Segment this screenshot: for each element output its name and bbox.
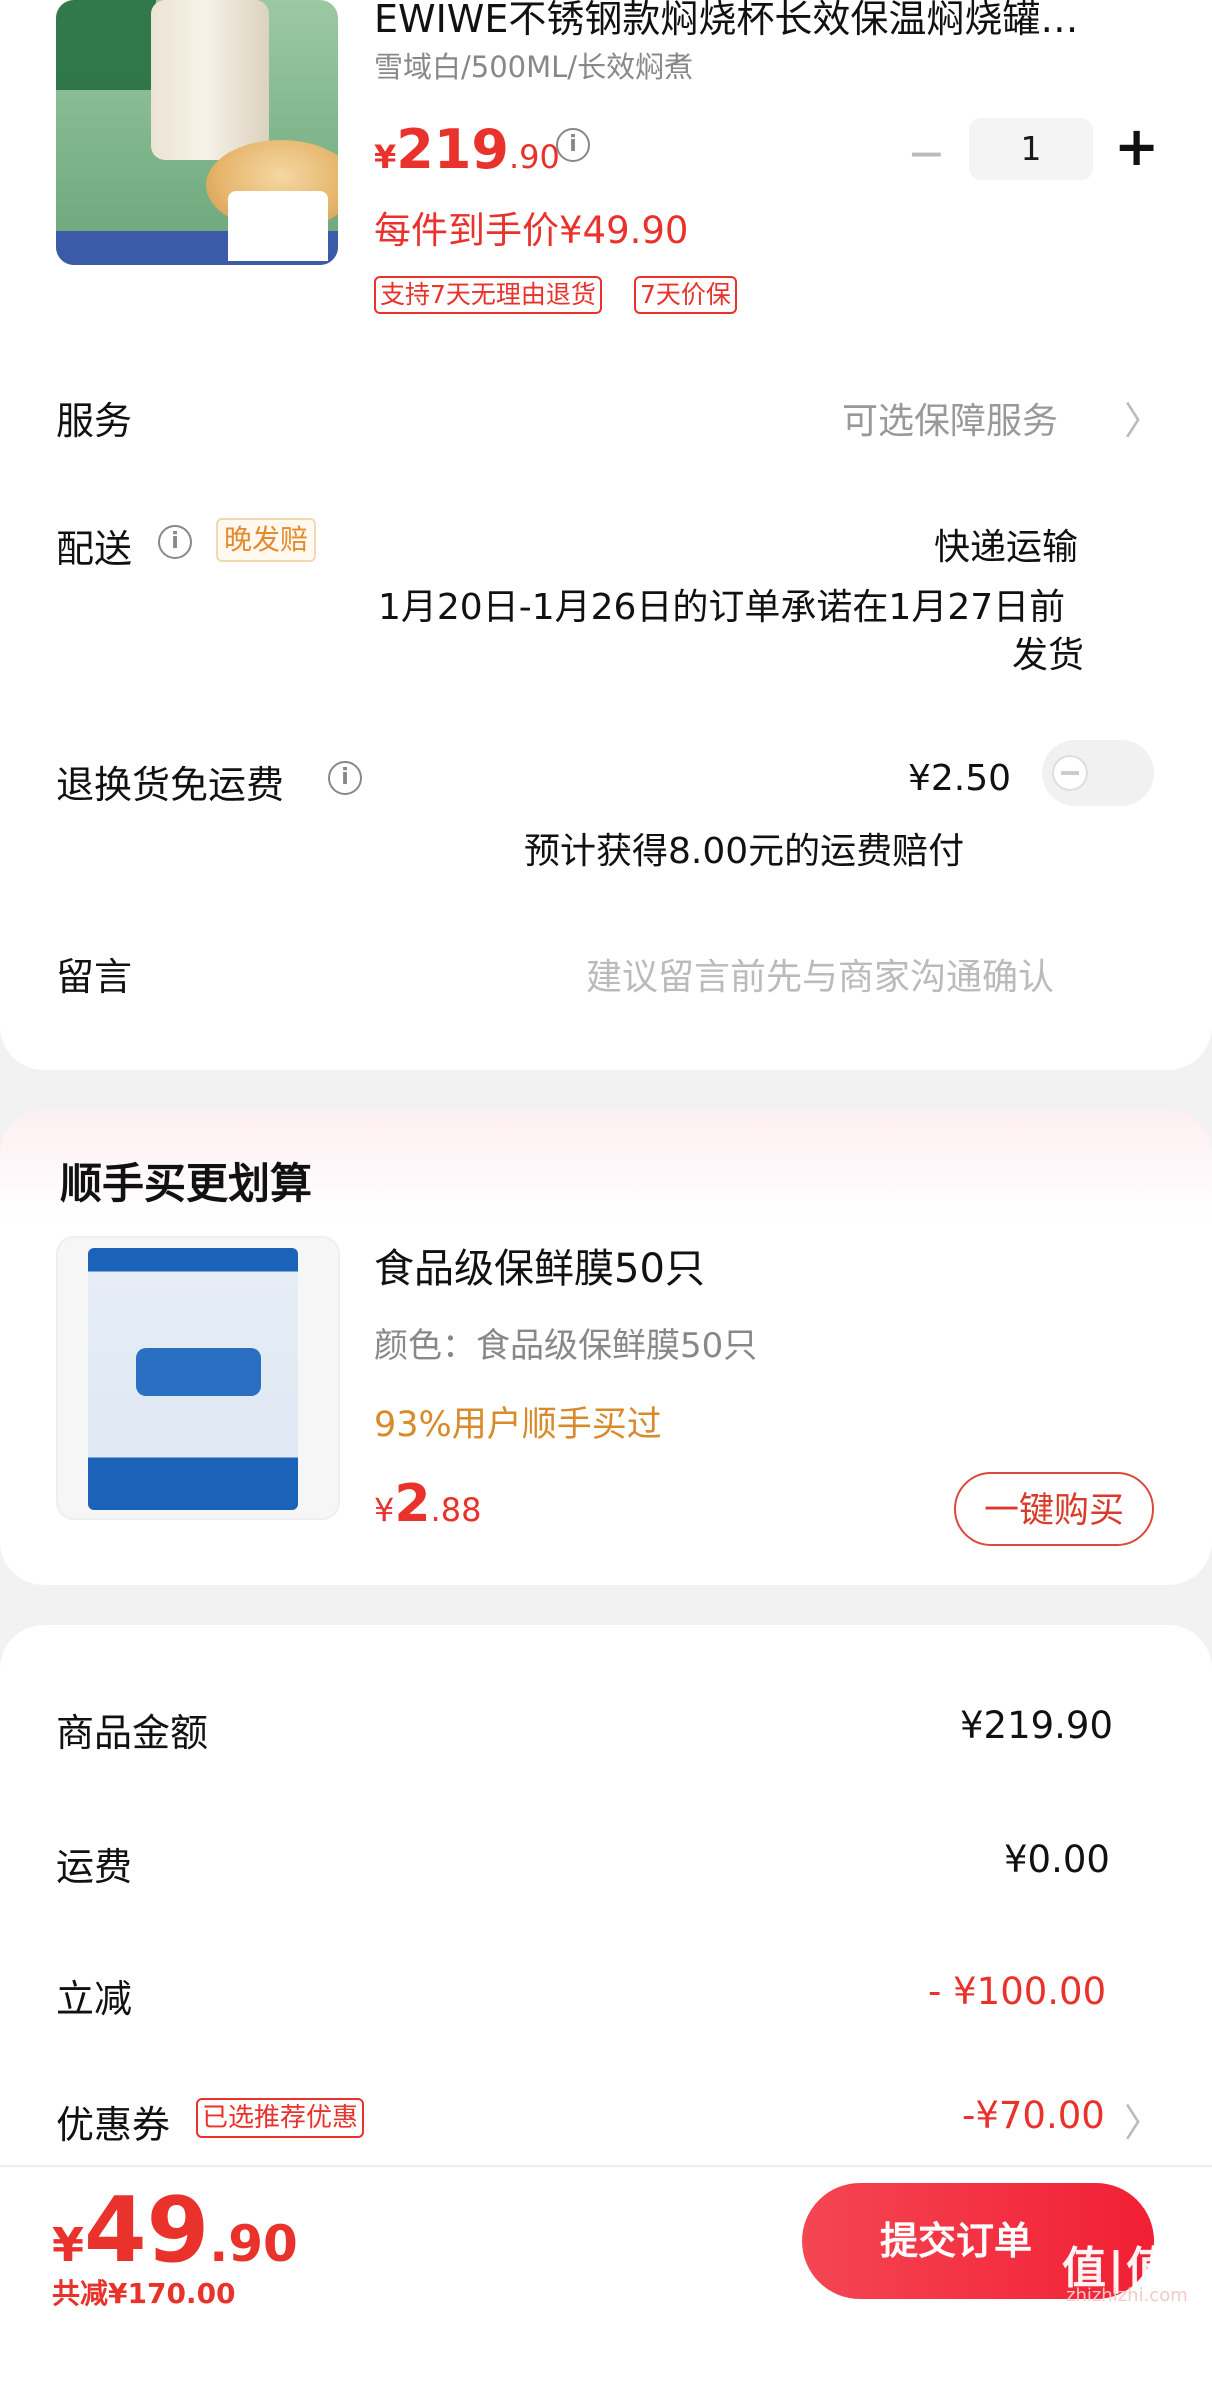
product-title[interactable]: EWIWE不锈钢款焖烧杯长效保温焖烧罐…: [374, 0, 1164, 43]
coupon-value[interactable]: -¥70.00: [962, 2094, 1105, 2137]
hand-price: 每件到手价¥49.90: [374, 209, 689, 252]
discount-value: - ¥100.00: [928, 1970, 1107, 2013]
price-decimal: .90: [509, 138, 560, 176]
total-decimal: .90: [209, 2215, 298, 2273]
delivery-label: 配送: [56, 527, 133, 571]
delivery-promise-cont: 发货: [1012, 635, 1085, 676]
total-price: ¥49.90: [52, 2178, 298, 2283]
quantity-decrease-button[interactable]: −: [907, 126, 946, 180]
coupon-label: 优惠券: [56, 2103, 171, 2147]
late-delivery-tag: 晚发赔: [216, 518, 317, 562]
price-protect-tag: 7天价保: [634, 276, 737, 314]
total-integer: 49: [84, 2178, 210, 2283]
service-label: 服务: [56, 399, 133, 443]
product-price: ¥219.90: [374, 118, 560, 181]
quantity-field[interactable]: 1: [969, 118, 1093, 180]
product-thumbnail[interactable]: [56, 0, 338, 265]
message-input[interactable]: 建议留言前先与商家沟通确认: [586, 948, 1054, 1000]
addon-spec: 颜色：食品级保鲜膜50只: [374, 1326, 758, 1366]
product-spec[interactable]: 雪域白/500ML/长效焖煮: [374, 44, 693, 86]
addon-thumbnail[interactable]: [56, 1236, 340, 1520]
return-shipping-price: ¥2.50: [908, 758, 1012, 799]
total-reduced: 共减¥170.00: [52, 2277, 236, 2310]
shipping-value: ¥0.00: [1004, 1838, 1110, 1881]
thumbnail-price-tag: [228, 191, 328, 261]
thumbnail-badge: [56, 0, 156, 90]
service-chevron-icon[interactable]: 〉: [1124, 390, 1162, 445]
delivery-method: 快递运输: [934, 527, 1079, 568]
coupon-recommended-tag: 已选推荐优惠: [196, 2098, 365, 2138]
return-info-icon[interactable]: i: [328, 761, 362, 795]
addon-price-symbol: ¥: [374, 1491, 395, 1529]
service-value[interactable]: 可选保障服务: [842, 392, 1058, 444]
addon-popularity: 93%用户顺手买过: [374, 1405, 662, 1445]
return-policy-tag: 支持7天无理由退货: [374, 276, 602, 314]
thumbnail-label: [136, 1348, 261, 1396]
discount-label: 立减: [56, 1977, 133, 2021]
price-integer: 219: [396, 118, 509, 181]
addon-name[interactable]: 食品级保鲜膜50只: [374, 1236, 705, 1294]
return-shipping-toggle[interactable]: [1042, 740, 1154, 806]
price-symbol: ¥: [374, 138, 397, 176]
goods-amount-value: ¥219.90: [960, 1704, 1114, 1747]
total-symbol: ¥: [52, 2218, 85, 2272]
delivery-promise: 1月20日-1月26日的订单承诺在1月27日前: [378, 587, 1066, 628]
shipping-label: 运费: [56, 1845, 133, 1889]
delivery-info-icon[interactable]: i: [158, 525, 192, 559]
one-click-buy-button[interactable]: 一键购买: [954, 1472, 1154, 1546]
return-shipping-label: 退换货免运费: [56, 763, 285, 807]
watermark-url: zhizhizhi.com: [1066, 2285, 1188, 2306]
message-label: 留言: [56, 955, 133, 999]
quantity-increase-button[interactable]: +: [1114, 118, 1159, 176]
goods-amount-label: 商品金额: [56, 1711, 209, 1755]
return-compensation-note: 预计获得8.00元的运费赔付: [524, 831, 965, 872]
addon-section-title: 顺手买更划算: [60, 1159, 313, 1208]
thumbnail-jar: [151, 0, 269, 160]
price-info-icon[interactable]: i: [556, 128, 590, 162]
toggle-knob: [1052, 755, 1088, 791]
addon-price-decimal: .88: [430, 1491, 482, 1529]
addon-price: ¥2.88: [374, 1474, 481, 1534]
submit-order-label: 提交订单: [879, 2219, 1032, 2263]
addon-price-integer: 2: [394, 1474, 431, 1534]
coupon-chevron-icon[interactable]: 〉: [1124, 2092, 1162, 2147]
